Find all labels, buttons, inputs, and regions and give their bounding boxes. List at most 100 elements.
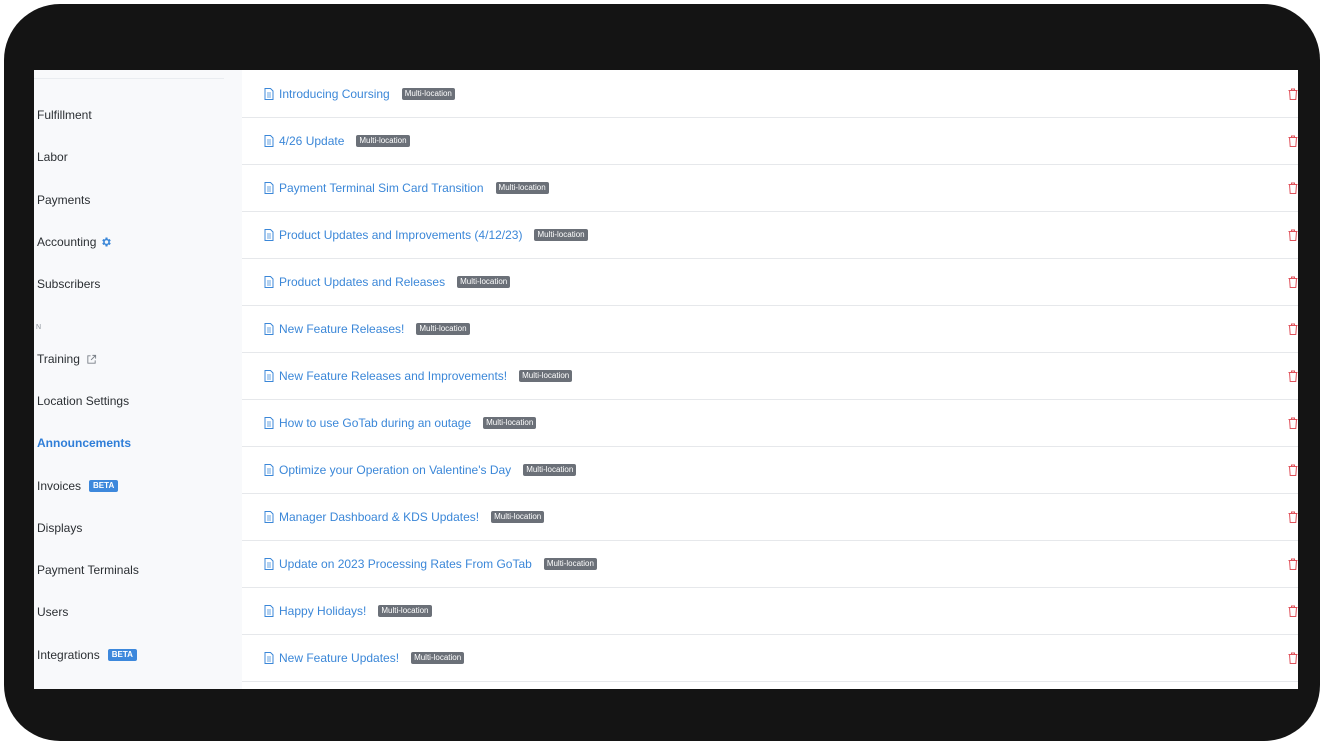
document-icon — [264, 322, 274, 335]
sidebar-item-label: Users — [37, 605, 69, 619]
multi-location-badge: Multi-location — [543, 557, 597, 570]
announcement-title-link[interactable]: Introducing Coursing Multi-location — [279, 87, 455, 101]
multi-location-badge: Multi-location — [519, 369, 573, 382]
announcement-row[interactable]: Optimize your Operation on Valentine's D… — [242, 446, 1298, 494]
sidebar-item-accounting[interactable]: Accounting — [37, 232, 112, 252]
sidebar-item-label: Labor — [37, 150, 68, 164]
multi-location-badge: Multi-location — [401, 87, 455, 100]
trash-icon[interactable] — [1288, 182, 1298, 194]
multi-location-badge: Multi-location — [491, 510, 545, 523]
trash-icon[interactable] — [1288, 276, 1298, 288]
document-icon — [264, 604, 274, 617]
sidebar-section-label: N — [36, 324, 42, 331]
document-icon — [264, 134, 274, 147]
sidebar-item-label: Payments — [37, 193, 91, 207]
sidebar-item-label: Announcements — [37, 436, 132, 450]
sidebar-item-label: Displays — [37, 521, 83, 535]
announcement-row[interactable]: Update on 2023 Processing Rates From GoT… — [242, 540, 1298, 588]
announcement-row[interactable]: Payment Terminal Sim Card Transition Mult… — [242, 164, 1298, 212]
document-icon — [264, 87, 274, 100]
sidebar-item-label: Location Settings — [37, 394, 130, 408]
trash-icon[interactable] — [1288, 229, 1298, 241]
multi-location-badge: Multi-location — [416, 322, 470, 335]
multi-location-badge: Multi-location — [534, 228, 588, 241]
document-icon — [264, 369, 274, 382]
app-screen: Fulfillment Labor Payments Accounting Su… — [34, 70, 1298, 689]
trash-icon[interactable] — [1288, 605, 1298, 617]
sidebar-item-labor[interactable]: Labor — [37, 147, 68, 167]
announcement-title-link[interactable]: New Feature Releases! Multi-location — [279, 322, 470, 336]
announcement-row[interactable]: Product Updates and Releases Multi-locati… — [242, 258, 1298, 306]
sidebar-item-label: Payment Terminals — [37, 563, 139, 577]
announcement-row[interactable]: New Feature Releases! Multi-location — [242, 305, 1298, 353]
sidebar-item-label: Accounting — [37, 235, 97, 249]
external-link-icon — [87, 354, 97, 364]
sidebar-item-announcements[interactable]: Announcements — [37, 433, 131, 453]
sidebar-item-payment-terminals[interactable]: Payment Terminals — [37, 560, 139, 580]
multi-location-badge: Multi-location — [483, 416, 537, 429]
sidebar-divider — [34, 78, 224, 79]
document-icon — [264, 228, 274, 241]
announcement-title-link[interactable]: Manager Dashboard & KDS Updates! Multi-lo… — [279, 510, 545, 524]
announcement-row[interactable]: New Feature Updates! Multi-location — [242, 634, 1298, 682]
announcement-title-link[interactable]: How to use GoTab during an outage Multi-l… — [279, 416, 537, 430]
device-frame: Fulfillment Labor Payments Accounting Su… — [4, 4, 1320, 741]
announcement-title-link[interactable]: New Feature Releases and Improvements! Mu… — [279, 369, 573, 383]
announcements-list: Introducing Coursing Multi-location 4/26 … — [242, 70, 1298, 689]
sidebar-item-payments[interactable]: Payments — [37, 190, 90, 210]
trash-icon[interactable] — [1288, 652, 1298, 664]
announcement-title-link[interactable]: Product Updates and Improvements (4/12/2… — [279, 228, 588, 242]
multi-location-badge: Multi-location — [411, 651, 465, 664]
trash-icon[interactable] — [1288, 88, 1298, 100]
sidebar-item-label: Fulfillment — [37, 108, 92, 122]
document-icon — [264, 181, 274, 194]
announcement-title-link[interactable]: Payment Terminal Sim Card Transition Mult… — [279, 181, 549, 195]
announcement-row[interactable]: 4/26 Update Multi-location — [242, 117, 1298, 165]
trash-icon[interactable] — [1288, 417, 1298, 429]
sidebar-item-location-settings[interactable]: Location Settings — [37, 391, 129, 411]
sidebar-item-label: Invoices — [37, 479, 82, 493]
multi-location-badge: Multi-location — [457, 275, 511, 288]
multi-location-badge: Multi-location — [378, 604, 432, 617]
sidebar-item-fulfillment[interactable]: Fulfillment — [37, 105, 92, 125]
sidebar-item-training[interactable]: Training — [37, 349, 97, 369]
announcement-title-link[interactable]: 4/26 Update Multi-location — [279, 134, 410, 148]
announcement-row[interactable]: New Feature Releases and Improvements! Mu… — [242, 352, 1298, 400]
trash-icon[interactable] — [1288, 370, 1298, 382]
trash-icon[interactable] — [1288, 464, 1298, 476]
document-icon — [264, 275, 274, 288]
sidebar-item-users[interactable]: Users — [37, 602, 68, 622]
sidebar-item-label: Subscribers — [37, 277, 101, 291]
announcement-title-link[interactable]: Update on 2023 Processing Rates From GoT… — [279, 557, 597, 571]
announcement-row[interactable]: Happy Holidays! Multi-location — [242, 587, 1298, 635]
announcement-row[interactable]: Product Updates and Improvements (4/12/2… — [242, 211, 1298, 259]
trash-icon[interactable] — [1288, 135, 1298, 147]
sidebar-item-label: Training — [37, 352, 80, 366]
multi-location-badge: Multi-location — [495, 181, 549, 194]
document-icon — [264, 416, 274, 429]
sidebar: Fulfillment Labor Payments Accounting Su… — [34, 70, 224, 689]
announcement-row[interactable]: How to use GoTab during an outage Multi-l… — [242, 399, 1298, 447]
sidebar-item-subscribers[interactable]: Subscribers — [37, 274, 100, 294]
sidebar-item-invoices[interactable]: Invoices BETA — [37, 476, 119, 496]
announcement-row[interactable]: Introducing Coursing Multi-location — [242, 70, 1298, 118]
trash-icon[interactable] — [1288, 511, 1298, 523]
document-icon — [264, 557, 274, 570]
document-icon — [264, 651, 274, 664]
announcement-row[interactable]: Manager Dashboard & KDS Updates! Multi-lo… — [242, 493, 1298, 541]
sidebar-item-integrations[interactable]: Integrations BETA — [37, 645, 137, 665]
announcement-title-link[interactable]: New Feature Updates! Multi-location — [279, 651, 465, 665]
trash-icon[interactable] — [1288, 558, 1298, 570]
announcement-title-link[interactable]: Happy Holidays! Multi-location — [279, 604, 432, 618]
announcement-title-link[interactable]: Product Updates and Releases Multi-locati… — [279, 275, 511, 289]
multi-location-badge: Multi-location — [523, 463, 577, 476]
document-icon — [264, 463, 274, 476]
sidebar-item-displays[interactable]: Displays — [37, 518, 82, 538]
gear-icon[interactable] — [100, 236, 112, 248]
announcement-title-link[interactable]: Optimize your Operation on Valentine's D… — [279, 463, 577, 477]
trash-icon[interactable] — [1288, 323, 1298, 335]
sidebar-item-label: Integrations — [37, 648, 100, 662]
multi-location-badge: Multi-location — [356, 134, 410, 147]
document-icon — [264, 510, 274, 523]
beta-badge: BETA — [107, 649, 137, 661]
